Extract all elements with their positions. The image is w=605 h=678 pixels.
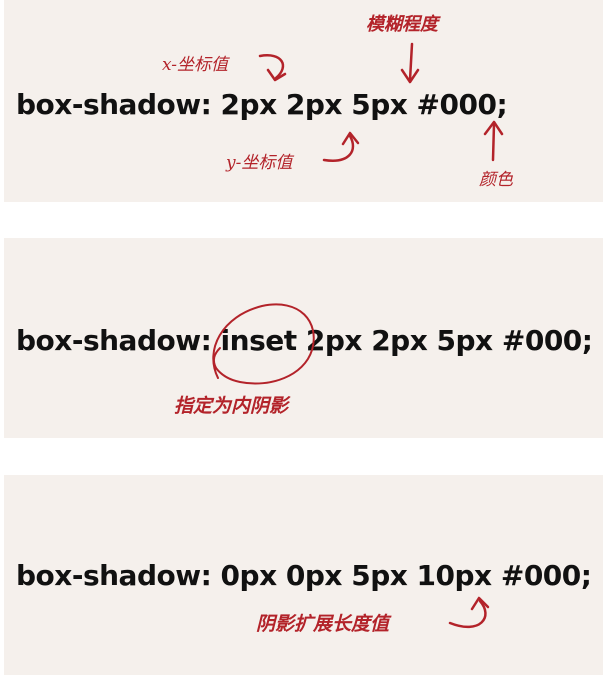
code-line: box-shadow: 2px 2px 5px #000; [16,88,508,121]
arrow-head-icon [483,120,504,136]
annotation-blur: 模糊程度 [366,14,438,35]
curved-arrow-icon [448,599,487,629]
example-panel-inset: box-shadow: inset 2px 2px 5px #000; 指定为内… [4,238,603,438]
arrow-head-icon [266,68,287,82]
arrow-head-icon [400,68,420,84]
annotation-x-offset: x-坐标值 [162,55,229,75]
example-panel-basic: box-shadow: 2px 2px 5px #000; x-坐标值 模糊程度… [4,0,603,202]
example-panel-spread: box-shadow: 0px 0px 5px 10px #000; 阴影扩展长… [4,475,603,675]
annotation-color: 颜色 [479,170,513,190]
annotation-y-offset: y-坐标值 [226,153,293,173]
annotation-spread: 阴影扩展长度值 [256,613,390,635]
down-arrow-icon [408,42,414,82]
annotation-inset: 指定为内阴影 [174,395,289,417]
code-line: box-shadow: inset 2px 2px 5px #000; [16,324,593,357]
arrow-head-icon [341,131,360,146]
code-line: box-shadow: 0px 0px 5px 10px #000; [16,559,592,592]
curved-arrow-icon [258,54,285,80]
curved-arrow-icon [322,134,355,162]
up-arrow-icon [491,122,496,162]
arrow-head-icon [470,596,490,611]
